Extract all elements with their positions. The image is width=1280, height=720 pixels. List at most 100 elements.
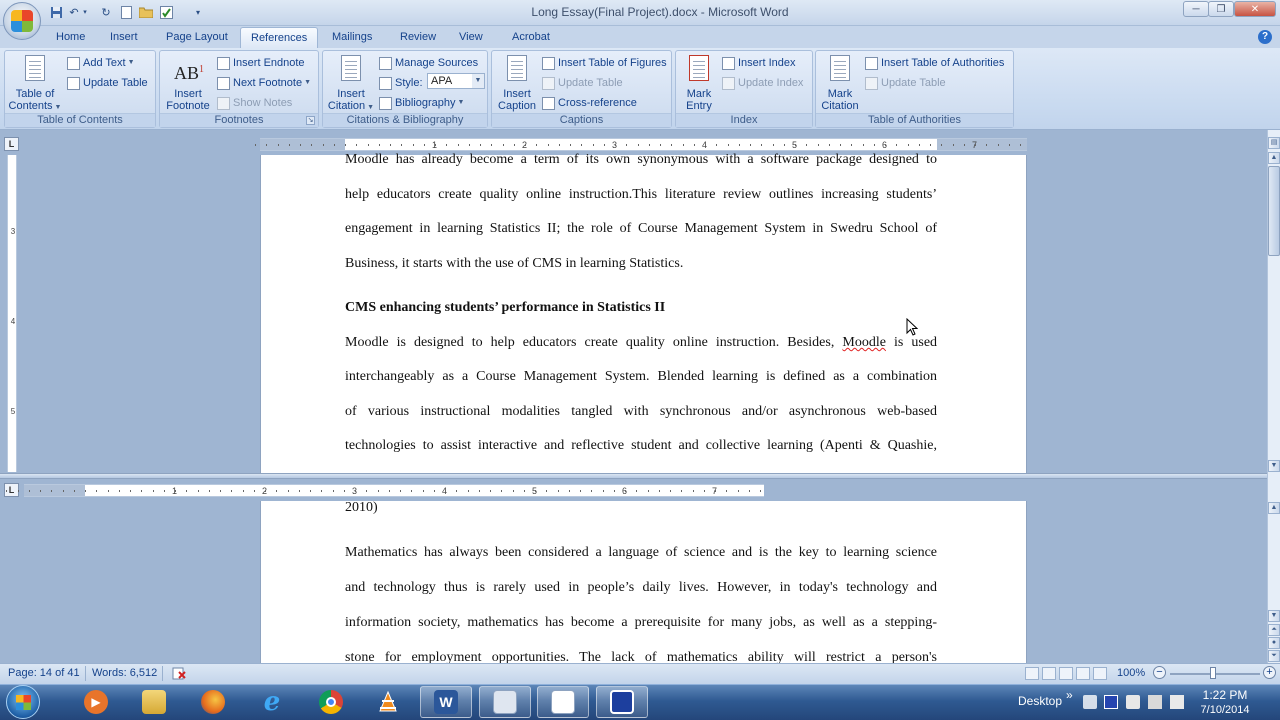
paragraph-line[interactable]: interchangeably as a Course Management S…: [345, 367, 937, 387]
internet-explorer-icon[interactable]: e: [246, 686, 298, 718]
scroll-up-arrow-icon[interactable]: ▲: [1268, 152, 1280, 164]
zoom-out-button[interactable]: −: [1153, 666, 1166, 679]
outline-view-icon[interactable]: [1076, 667, 1090, 680]
web-layout-view-icon[interactable]: [1059, 667, 1073, 680]
zoom-level[interactable]: 100%: [1117, 666, 1145, 681]
tab-selector-top[interactable]: L: [4, 137, 19, 151]
clock-date[interactable]: 7/10/2014: [1190, 704, 1260, 716]
tab-references[interactable]: References: [240, 27, 319, 48]
paragraph-line[interactable]: Moodle is designed to help educators cre…: [345, 333, 937, 353]
tab-page-layout[interactable]: Page Layout: [156, 27, 238, 48]
paragraph-line[interactable]: engagement in learning Statistics II; th…: [345, 219, 937, 239]
cross-reference-button[interactable]: Cross-reference: [542, 95, 637, 111]
tab-view[interactable]: View: [449, 27, 493, 48]
clock-time[interactable]: 1:22 PM: [1190, 688, 1260, 702]
tab-insert[interactable]: Insert: [100, 27, 148, 48]
help-icon[interactable]: ?: [1258, 30, 1272, 44]
reader-app-icon[interactable]: [537, 686, 589, 718]
page-count-status[interactable]: Page: 14 of 41: [8, 666, 80, 681]
paragraph-line[interactable]: technologies to assist interactive and r…: [345, 436, 937, 456]
redo-icon[interactable]: ↻: [98, 4, 114, 20]
remote-app-icon[interactable]: [596, 686, 648, 718]
spelling-check-icon[interactable]: [158, 4, 174, 20]
paragraph-line[interactable]: Moodle has already become a term of its …: [345, 150, 937, 170]
paragraph-line[interactable]: information society, mathematics has bec…: [345, 613, 937, 633]
browse-object-icon[interactable]: ●: [1268, 637, 1280, 649]
section-heading[interactable]: CMS enhancing students’ performance in S…: [345, 298, 937, 318]
firefox-icon[interactable]: [187, 686, 239, 718]
scroll-down-arrow-icon[interactable]: ▼: [1268, 460, 1280, 472]
start-button[interactable]: [6, 685, 40, 719]
bibliography-button[interactable]: Bibliography ▼: [379, 95, 464, 111]
manage-sources-button[interactable]: Manage Sources: [379, 55, 478, 71]
volume-icon[interactable]: [1170, 695, 1184, 709]
paragraph-line[interactable]: of various instructional modalities tang…: [345, 402, 937, 422]
scroll-down-arrow-icon-bottom[interactable]: ▼: [1268, 610, 1280, 622]
scroll-up-arrow-icon-bottom[interactable]: ▲: [1268, 502, 1280, 514]
chrome-icon[interactable]: [305, 686, 357, 718]
horizontal-ruler-bottom[interactable]: 1234567: [6, 484, 764, 497]
paragraph-line[interactable]: stone for employment opportunities. The …: [345, 648, 937, 663]
tray-app-icon[interactable]: [1083, 695, 1097, 709]
ruler-toggle-icon[interactable]: ▤: [1268, 137, 1280, 149]
customize-qat-icon[interactable]: ▾: [190, 4, 206, 20]
minimize-button[interactable]: ─: [1183, 1, 1209, 17]
word-count-status[interactable]: Words: 6,512: [92, 666, 157, 681]
tab-review[interactable]: Review: [390, 27, 446, 48]
zoom-in-button[interactable]: +: [1263, 666, 1276, 679]
paragraph-line[interactable]: and technology thus is rarely used in pe…: [345, 578, 937, 598]
update-table-button[interactable]: Update Table: [67, 75, 148, 91]
vertical-ruler[interactable]: 3 4 5: [7, 155, 17, 472]
insert-index-button[interactable]: Insert Index: [722, 55, 795, 71]
media-player-icon[interactable]: ▶: [70, 686, 122, 718]
insert-caption-button[interactable]: Insert Caption: [494, 55, 540, 112]
tab-home[interactable]: Home: [46, 27, 95, 48]
print-layout-view-icon[interactable]: [1025, 667, 1039, 680]
paragraph-line[interactable]: Mathematics has always been considered a…: [345, 543, 937, 563]
scroll-thumb[interactable]: [1268, 166, 1280, 256]
proofing-errors-icon[interactable]: [172, 667, 186, 680]
draft-view-icon[interactable]: [1093, 667, 1107, 680]
close-button[interactable]: ✕: [1234, 1, 1276, 17]
insert-table-of-figures-button[interactable]: Insert Table of Figures: [542, 55, 667, 71]
update-table-figures-button[interactable]: Update Table: [542, 75, 623, 91]
paragraph-line[interactable]: 2010): [345, 498, 937, 518]
file-explorer-icon[interactable]: [128, 686, 180, 718]
toolbar-chevron-icon[interactable]: »: [1066, 688, 1073, 702]
insert-citation-button[interactable]: Insert Citation ▼: [325, 55, 377, 114]
paragraph-line[interactable]: Business, it starts with the use of CMS …: [345, 254, 937, 274]
word-icon[interactable]: W: [420, 686, 472, 718]
tab-acrobat[interactable]: Acrobat: [502, 27, 560, 48]
mark-citation-button[interactable]: Mark Citation: [818, 55, 862, 112]
mark-entry-button[interactable]: Mark Entry: [678, 55, 720, 112]
action-center-icon[interactable]: [1126, 695, 1140, 709]
full-screen-reading-view-icon[interactable]: [1042, 667, 1056, 680]
next-footnote-button[interactable]: Next Footnote ▼: [217, 75, 311, 91]
new-document-icon[interactable]: [118, 4, 134, 20]
desktop-toolbar-label[interactable]: Desktop: [1018, 694, 1062, 708]
update-toa-button[interactable]: Update Table: [865, 75, 946, 91]
open-folder-icon[interactable]: [138, 4, 154, 20]
previous-page-icon[interactable]: ⏶: [1268, 624, 1280, 636]
tray-app-icon[interactable]: [1104, 695, 1118, 709]
undo-dropdown-icon[interactable]: ▾: [80, 4, 90, 20]
insert-endnote-button[interactable]: Insert Endnote: [217, 55, 305, 71]
network-icon[interactable]: [1148, 695, 1162, 709]
paragraph-line[interactable]: help educators create quality online ins…: [345, 185, 937, 205]
restore-button[interactable]: ❐: [1208, 1, 1234, 17]
add-text-button[interactable]: Add Text ▼: [67, 55, 135, 71]
insert-footnote-button[interactable]: AB1 Insert Footnote: [162, 55, 214, 112]
citation-style-select[interactable]: APA ▼: [427, 73, 485, 89]
pen-app-icon[interactable]: [479, 686, 531, 718]
table-of-contents-button[interactable]: Table of Contents ▼: [7, 55, 63, 114]
misspelled-word[interactable]: Moodle: [842, 335, 886, 350]
zoom-slider-thumb[interactable]: [1210, 667, 1216, 679]
save-icon[interactable]: [48, 4, 64, 20]
office-button[interactable]: [3, 2, 41, 40]
next-page-icon[interactable]: ⏷: [1268, 650, 1280, 662]
update-index-button[interactable]: Update Index: [722, 75, 803, 91]
footnotes-dialog-launcher-icon[interactable]: ↘: [306, 116, 315, 125]
window-split-bar[interactable]: [0, 473, 1280, 479]
show-notes-button[interactable]: Show Notes: [217, 95, 292, 111]
vlc-icon[interactable]: [362, 686, 414, 718]
